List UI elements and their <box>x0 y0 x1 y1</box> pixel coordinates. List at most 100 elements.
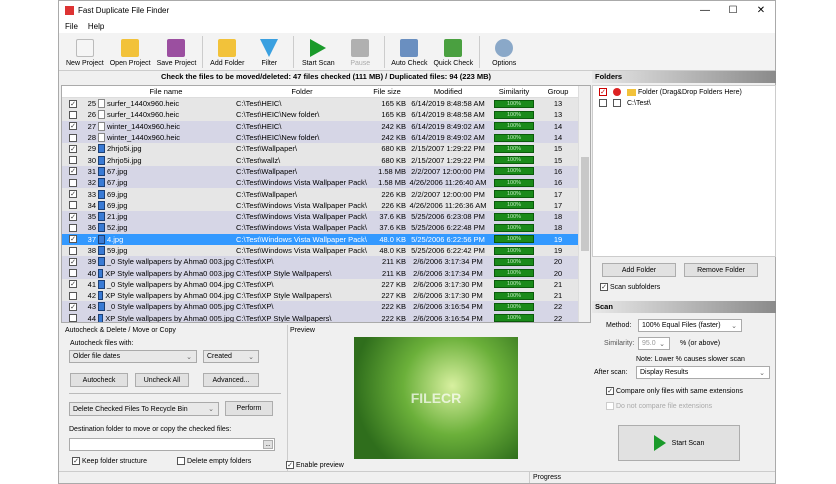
method-select[interactable]: 100% Equal Files (faster) <box>638 319 742 332</box>
col-similarity[interactable]: Similarity <box>490 87 538 96</box>
compare-same-ext-checkbox[interactable]: ✓ Compare only files with same extensions <box>606 387 743 395</box>
row-checkbox[interactable]: ✓ <box>69 167 77 176</box>
row-checkbox[interactable] <box>69 246 77 255</box>
col-modified[interactable]: Modified <box>406 87 490 96</box>
row-checkbox[interactable] <box>69 223 77 232</box>
scan-subfolders-checkbox[interactable]: ✓ Scan subfolders <box>600 283 660 291</box>
checkbox[interactable] <box>613 99 621 107</box>
browse-button[interactable]: ... <box>263 440 273 449</box>
table-row[interactable]: ✓ 37 4.jpg C:\Test\Windows Vista Wallpap… <box>62 233 590 245</box>
new-project-button[interactable]: New Project <box>63 39 107 70</box>
perform-button[interactable]: Perform <box>225 401 273 416</box>
pause-button[interactable]: Pause <box>339 39 381 70</box>
remove-icon[interactable] <box>613 88 621 96</box>
quick-check-button[interactable]: Quick Check <box>430 39 476 70</box>
row-checkbox[interactable] <box>69 269 77 278</box>
col-group[interactable]: Group <box>538 87 578 96</box>
table-row[interactable]: ✓ 35 21.jpg C:\Test\Windows Vista Wallpa… <box>62 210 590 223</box>
modified-date: 6/14/2019 8:49:02 AM <box>411 121 485 131</box>
criteria-select[interactable]: Older file dates <box>69 350 197 363</box>
row-checkbox[interactable] <box>69 291 77 300</box>
file-name: winter_1440x960.heic <box>107 121 180 131</box>
table-row[interactable]: 38 59.jpg C:\Test\Windows Vista Wallpape… <box>62 244 590 257</box>
row-checkbox[interactable]: ✓ <box>69 190 77 199</box>
options-button[interactable]: Options <box>483 39 525 70</box>
remove-folder-button[interactable]: Remove Folder <box>684 263 758 277</box>
row-checkbox[interactable] <box>69 156 77 165</box>
scrollbar-thumb[interactable] <box>581 156 589 252</box>
table-row[interactable]: 36 52.jpg C:\Test\Windows Vista Wallpape… <box>62 222 590 234</box>
table-row[interactable]: 32 67.jpg C:\Test\Windows Vista Wallpape… <box>62 177 590 189</box>
autocheck-panel: Autocheck & Delete / Move or Copy Autoch… <box>61 325 287 473</box>
row-checkbox[interactable] <box>69 110 77 119</box>
save-project-button[interactable]: Save Project <box>154 39 200 70</box>
folder-item[interactable]: ✓ Folder (Drag&Drop Folders Here) <box>599 88 742 96</box>
table-scrollbar[interactable] <box>578 86 590 322</box>
action-select[interactable]: Delete Checked Files To Recycle Bin <box>69 402 219 416</box>
file-name: _0 Style wallpapers by Ahma0 003.jpg <box>106 257 234 267</box>
group-number: 16 <box>553 166 563 176</box>
table-row[interactable]: 42 XP Style wallpapers by Ahma0 004.jpg … <box>62 290 590 302</box>
row-checkbox[interactable]: ✓ <box>69 280 77 289</box>
menu-help[interactable]: Help <box>88 22 104 31</box>
similarity-input[interactable]: 95.0 <box>638 337 670 350</box>
auto-check-button[interactable]: Auto Check <box>388 39 430 70</box>
table-row[interactable]: ✓ 25 surfer_1440x960.heic C:\Test\HEIC\ … <box>62 98 590 110</box>
row-number: 28 <box>87 133 96 143</box>
row-checkbox[interactable]: ✓ <box>69 212 77 221</box>
row-checkbox[interactable]: ✓ <box>69 235 77 244</box>
autocheck-button[interactable]: Autocheck <box>70 373 128 387</box>
table-row[interactable]: 26 surfer_1440x960.heic C:\Test\HEIC\New… <box>62 109 590 121</box>
row-checkbox[interactable]: ✓ <box>69 144 77 153</box>
row-checkbox[interactable]: ✓ <box>69 99 77 108</box>
preview-title: Preview <box>290 327 315 334</box>
checkbox[interactable]: ✓ <box>599 88 607 96</box>
row-checkbox[interactable] <box>69 314 77 322</box>
delete-empty-checkbox[interactable]: Delete empty folders <box>177 457 251 465</box>
filter-button[interactable]: Filter <box>248 39 290 70</box>
col-folder[interactable]: Folder <box>234 87 368 96</box>
folder-item[interactable]: C:\Test\ <box>599 99 651 107</box>
enable-preview-checkbox[interactable]: ✓ Enable preview <box>286 461 344 469</box>
row-checkbox[interactable]: ✓ <box>69 257 77 266</box>
menu-file[interactable]: File <box>65 22 78 31</box>
row-checkbox[interactable]: ✓ <box>69 122 77 131</box>
advanced-button[interactable]: Advanced... <box>203 373 259 387</box>
minimize-button[interactable]: — <box>691 5 719 16</box>
table-row[interactable]: ✓ 33 69.jpg C:\Test\Wallpaper\ 226 KB 2/… <box>62 188 590 200</box>
col-file-size[interactable]: File size <box>368 87 406 96</box>
table-row[interactable]: ✓ 31 67.jpg C:\Test\Wallpaper\ 1.58 MB 2… <box>62 165 590 178</box>
table-row[interactable]: ✓ 41 _0 Style wallpapers by Ahma0 004.jp… <box>62 278 590 291</box>
table-row[interactable]: ✓ 27 winter_1440x960.heic C:\Test\HEIC\ … <box>62 120 590 132</box>
row-checkbox[interactable] <box>69 133 77 142</box>
table-row[interactable]: 34 69.jpg C:\Test\Windows Vista Wallpape… <box>62 199 590 211</box>
similarity-bar: 100% <box>494 201 534 210</box>
add-folder-button[interactable]: Add Folder <box>602 263 676 277</box>
folder-path: C:\Test\HEIC\ <box>236 99 282 109</box>
start-scan-button[interactable]: Start Scan <box>618 425 740 461</box>
row-checkbox[interactable]: ✓ <box>69 302 77 311</box>
add-folder-icon <box>218 39 237 57</box>
col-file-name[interactable]: File name <box>98 87 234 96</box>
open-project-button[interactable]: Open Project <box>107 39 154 70</box>
table-row[interactable]: ✓ 39 _0 Style wallpapers by Ahma0 003.jp… <box>62 256 590 268</box>
row-checkbox[interactable] <box>69 201 77 210</box>
keep-structure-checkbox[interactable]: ✓ Keep folder structure <box>72 457 147 465</box>
maximize-button[interactable]: ☐ <box>719 5 747 16</box>
after-scan-select[interactable]: Display Results <box>636 366 770 379</box>
destination-input[interactable] <box>69 438 275 451</box>
no-compare-ext-checkbox[interactable]: Do not compare file extensions <box>606 402 712 410</box>
date-type-select[interactable]: Created <box>203 350 259 363</box>
table-row[interactable]: ✓ 29 2hrjo5i.jpg C:\Test\Wallpaper\ 680 … <box>62 143 590 155</box>
table-row[interactable]: 44 XP Style wallpapers by Ahma0 005.jpg … <box>62 312 590 322</box>
table-row[interactable]: ✓ 43 _0 Style wallpapers by Ahma0 005.jp… <box>62 301 590 313</box>
row-checkbox[interactable] <box>69 178 77 187</box>
checkbox[interactable] <box>599 99 607 107</box>
table-row[interactable]: 28 winter_1440x960.heic C:\Test\HEIC\New… <box>62 131 590 144</box>
table-row[interactable]: 30 2hrjo5i.jpg C:\Test\wallz\ 680 KB 2/1… <box>62 154 590 166</box>
uncheck-all-button[interactable]: Uncheck All <box>135 373 189 387</box>
add-folder-button[interactable]: Add Folder <box>206 39 248 70</box>
close-button[interactable]: ✕ <box>747 5 775 16</box>
start-scan-button[interactable]: Start Scan <box>297 39 339 70</box>
table-row[interactable]: 40 XP Style wallpapers by Ahma0 003.jpg … <box>62 267 590 279</box>
